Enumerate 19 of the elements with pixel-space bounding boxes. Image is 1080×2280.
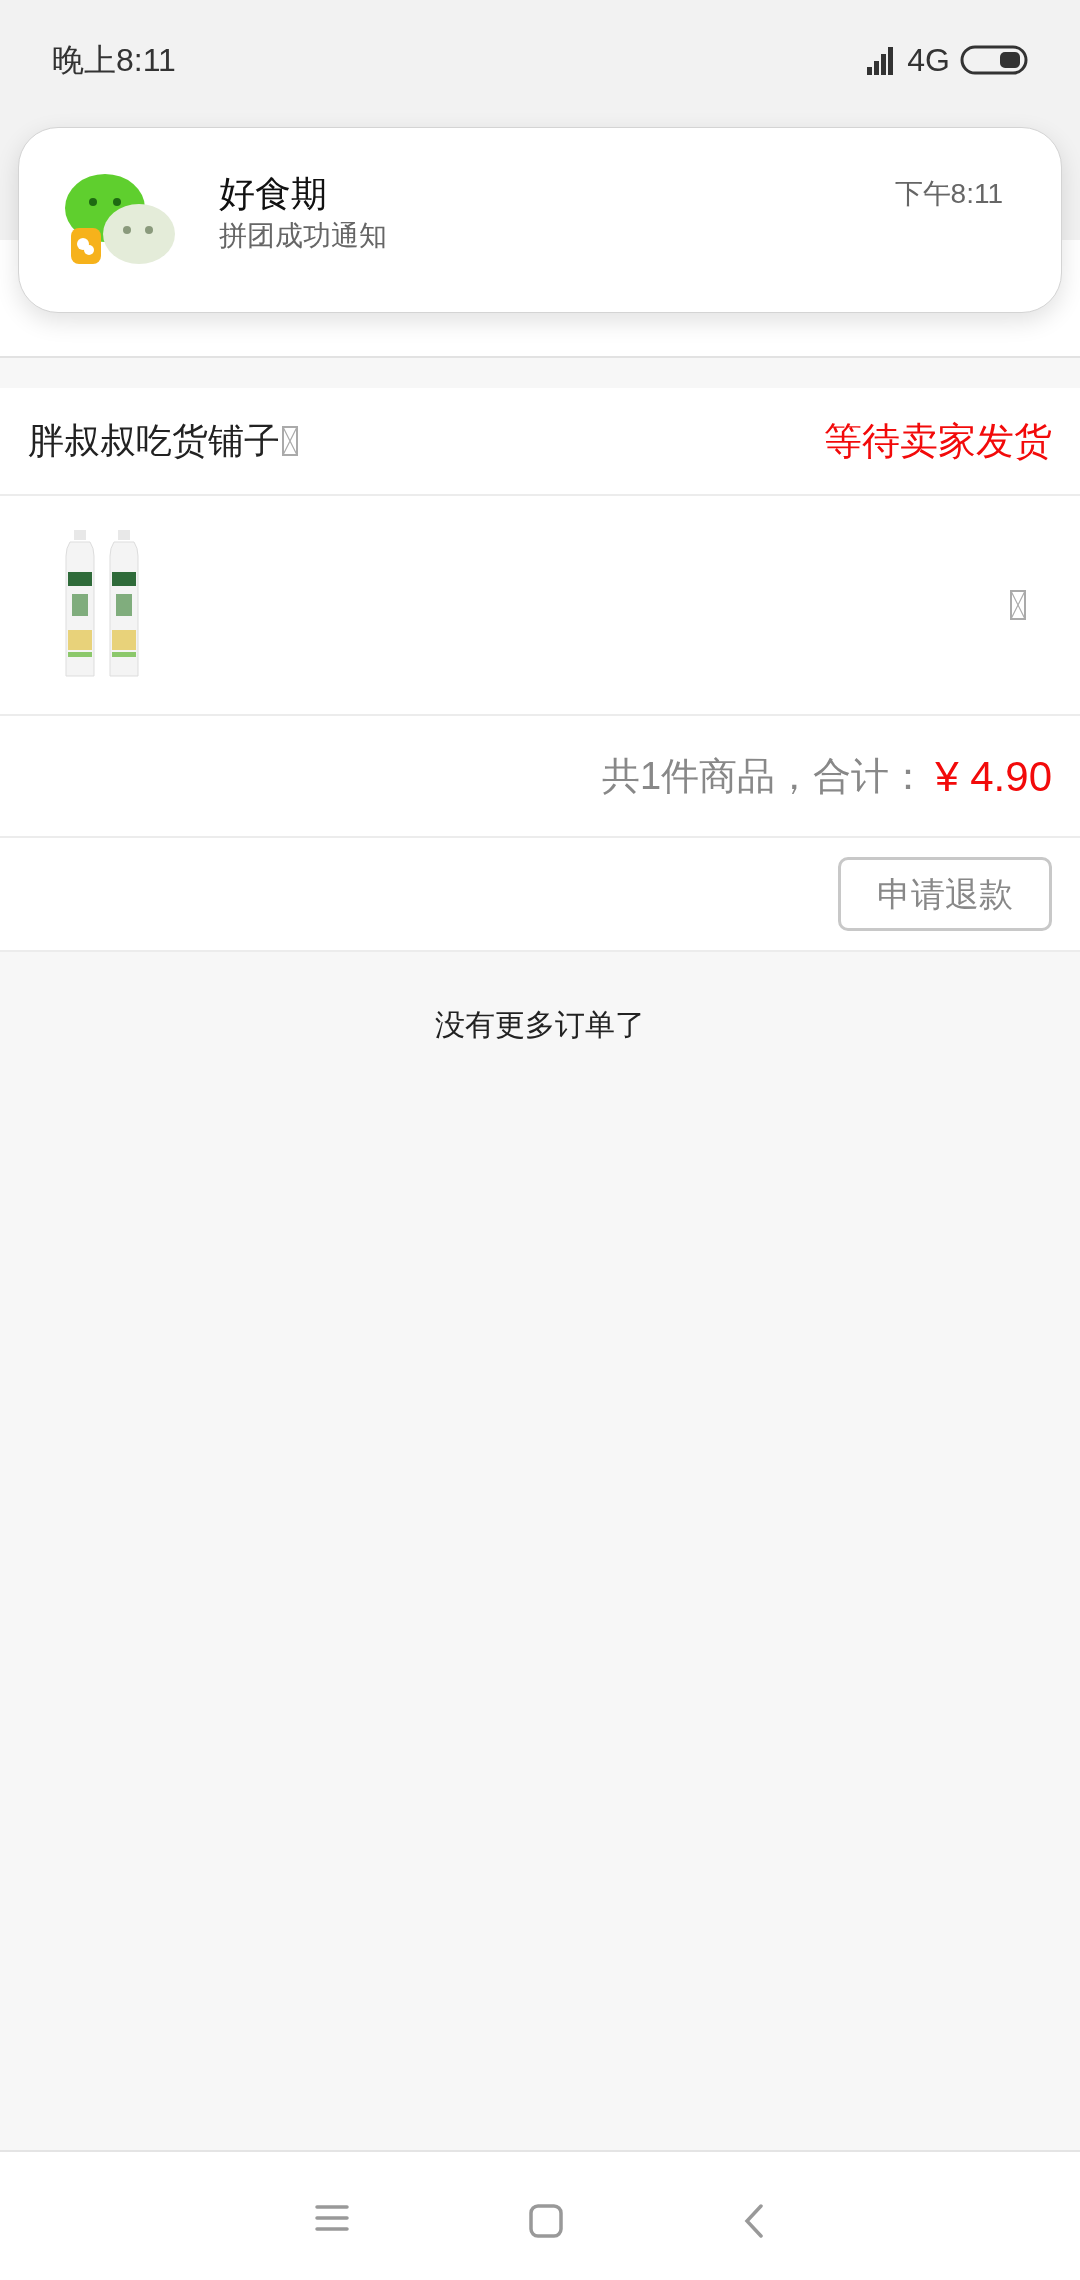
order-total: ¥ 4.90 xyxy=(935,751,1052,802)
order-status: 等待卖家发货 xyxy=(824,418,1052,464)
battery-icon xyxy=(960,45,1028,75)
list-end-message: 没有更多订单了 xyxy=(435,1007,645,1043)
notification-time: 下午8:11 xyxy=(894,177,1003,211)
notification-title: 好食期 xyxy=(219,172,328,216)
shop-row[interactable]: 胖叔叔吃货铺子 等待卖家发货 xyxy=(0,388,1080,496)
broken-glyph-icon xyxy=(1010,590,1026,620)
notification-card[interactable]: 好食期 拼团成功通知 下午8:11 xyxy=(18,127,1062,313)
menu-icon[interactable] xyxy=(315,2204,349,2232)
network-label: 4G xyxy=(907,41,950,80)
broken-glyph-icon xyxy=(282,426,298,456)
notification-message: 拼团成功通知 xyxy=(219,219,388,253)
status-time: 晚上8:11 xyxy=(52,41,176,80)
refund-button[interactable]: 申请退款 xyxy=(838,857,1052,931)
home-icon[interactable] xyxy=(529,2204,563,2238)
back-icon[interactable] xyxy=(743,2204,765,2238)
shop-name: 胖叔叔吃货铺子 xyxy=(28,419,280,463)
item-summary: 共1件商品，合计： xyxy=(602,753,928,799)
